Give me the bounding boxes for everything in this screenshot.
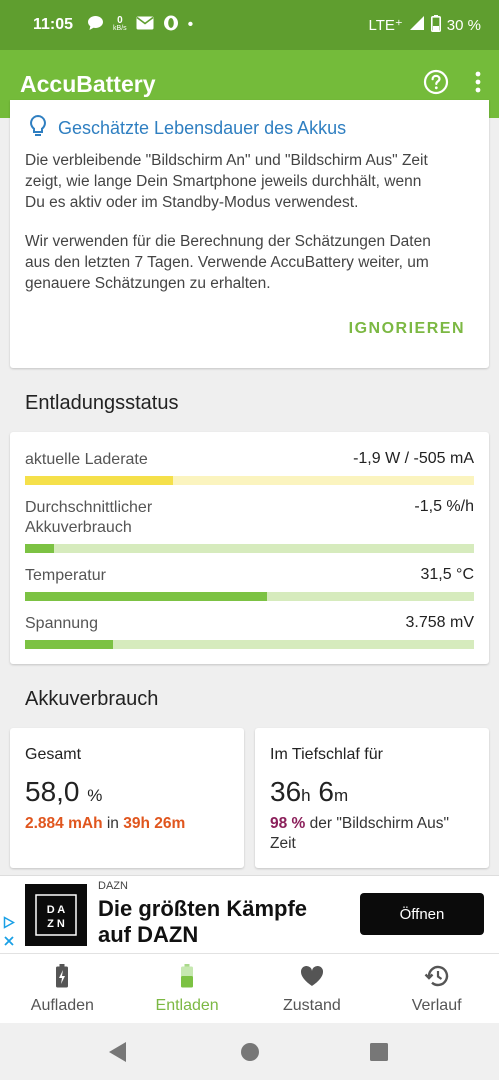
back-icon[interactable]	[108, 1041, 128, 1068]
total-percent: 58,0	[25, 776, 80, 807]
battery-discharging-icon	[180, 964, 194, 993]
deepsleep-details: 98 % der "Bildschirm Aus" Zeit	[270, 814, 479, 854]
total-in: in	[106, 815, 119, 832]
metric-voltage: Spannung 3.758 mV	[25, 614, 474, 649]
deepsleep-desc: der "Bildschirm Aus"	[309, 815, 450, 832]
metric-temperature: Temperatur 31,5 °C	[25, 566, 474, 601]
email-icon	[136, 16, 154, 35]
signal-icon	[409, 15, 425, 35]
ad-headline-line1: Die größten Kämpfe	[98, 896, 308, 921]
net-speed-unit: kB/s	[113, 25, 127, 32]
history-icon	[424, 964, 450, 993]
info-paragraph-2: Wir verwenden für die Berechnung der Sch…	[25, 231, 471, 294]
nav-label: Entladen	[155, 997, 219, 1014]
app-title: AccuBattery	[20, 70, 156, 97]
ad-brand: DAZN	[98, 880, 128, 892]
info-p2-line1: Wir verwenden für die Berechnung der Sch…	[25, 233, 431, 250]
nav-label: Verlauf	[411, 997, 462, 1014]
ad-banner[interactable]: D A Z N DAZN Die größten Kämpfe auf DAZN…	[0, 875, 499, 953]
discharge-section-title: Entladungsstatus	[25, 392, 179, 414]
consumption-section-title: Akkuverbrauch	[25, 688, 159, 710]
bar-fill	[25, 640, 113, 649]
deepsleep-minutes: 6	[318, 776, 334, 807]
battery-charging-icon	[55, 964, 69, 993]
net-speed-value: 0	[117, 15, 123, 26]
bar-fill	[25, 544, 55, 553]
status-dot: •	[187, 16, 194, 33]
battery-icon	[430, 14, 441, 36]
metric-label: Temperatur	[25, 567, 106, 584]
discharge-status-card: aktuelle Laderate -1,9 W / -505 mA Durch…	[10, 432, 489, 664]
info-paragraph-1: Die verbleibende "Bildschirm An" und "Bi…	[25, 150, 471, 213]
metric-value: 31,5 °C	[420, 566, 474, 583]
metric-value: 3.758 mV	[405, 614, 474, 631]
deepsleep-card: Im Tiefschlaf für 36h 6m 98 % der "Bilds…	[255, 728, 489, 868]
total-duration: 39h 26m	[123, 815, 186, 832]
deepsleep-percent: 98 %	[270, 815, 306, 832]
logo-text-top: D A	[47, 904, 66, 916]
battery-life-info-card: Geschätzte Lebensdauer des Akkus Die ver…	[10, 100, 489, 368]
adchoices-icon[interactable]	[3, 916, 16, 952]
info-heading-text: Geschätzte Lebensdauer des Akkus	[58, 118, 347, 138]
charge-rate-bar	[25, 476, 474, 485]
nav-item-aufladen[interactable]: Aufladen	[0, 954, 125, 1023]
opera-icon	[163, 15, 179, 36]
nav-item-verlauf[interactable]: Verlauf	[374, 954, 499, 1023]
total-consumption-card: Gesamt 58,0 % 2.884 mAh in 39h 26m	[10, 728, 244, 868]
network-speed: 0 kB/s	[113, 15, 127, 33]
ad-headline-line2: auf DAZN	[98, 922, 199, 947]
nav-label: Aufladen	[30, 997, 94, 1014]
info-p1-line3: Du es aktiv oder im Standby-Modus verwen…	[25, 194, 359, 211]
info-p2-line3: genauere Schätzungen zu erhalten.	[25, 275, 271, 292]
ad-open-button[interactable]: Öffnen	[360, 893, 484, 935]
battery-percent: 30 %	[446, 16, 481, 34]
total-mah: 2.884 mAh	[25, 815, 103, 832]
info-p2-line2: aus den letzten 7 Tagen. Verwende AccuBa…	[25, 254, 429, 271]
recents-icon[interactable]	[370, 1043, 388, 1066]
info-p1-line2: zeigt, wie lange Dein Smartphone jeweils…	[25, 173, 422, 190]
bar-fill	[25, 476, 174, 485]
info-card-heading: Geschätzte Lebensdauer des Akkus	[28, 114, 346, 143]
system-navigation-bar	[0, 1023, 499, 1080]
ignore-button[interactable]: IGNORIEREN	[349, 320, 465, 338]
metric-avg-consumption: Durchschnittlicher Akkuverbrauch -1,5 %/…	[25, 498, 474, 553]
deepsleep-hours: 36	[270, 776, 302, 807]
bottom-navigation: Aufladen Entladen Zustand Verlauf	[0, 953, 499, 1023]
lightbulb-icon	[28, 114, 48, 143]
ad-headline[interactable]: Die größten Kämpfe auf DAZN	[98, 896, 307, 948]
deepsleep-m-unit: m	[333, 786, 349, 805]
metric-value: -1,5 %/h	[414, 498, 474, 515]
total-value: 58,0 %	[25, 776, 102, 808]
chat-bubble-icon	[87, 15, 104, 36]
voltage-bar	[25, 640, 474, 649]
more-vertical-icon[interactable]	[475, 71, 481, 98]
home-icon[interactable]	[240, 1042, 260, 1067]
deepsleep-desc2: Zeit	[270, 835, 296, 852]
metric-label-line2: Akkuverbrauch	[25, 519, 132, 536]
total-details: 2.884 mAh in 39h 26m	[25, 814, 234, 834]
network-type: LTE⁺	[368, 17, 403, 34]
metric-charge-rate: aktuelle Laderate -1,9 W / -505 mA	[25, 450, 474, 485]
total-label: Gesamt	[25, 746, 82, 763]
help-icon[interactable]	[423, 69, 449, 100]
metric-value: -1,9 W / -505 mA	[353, 450, 474, 467]
nav-item-entladen[interactable]: Entladen	[125, 954, 250, 1023]
total-unit: %	[87, 786, 103, 805]
dazn-logo[interactable]: D A Z N	[25, 884, 87, 946]
metric-label: Durchschnittlicher	[25, 499, 153, 516]
status-bar: 11:05 0 kB/s • LTE⁺ 30 %	[0, 0, 499, 50]
bar-fill	[25, 592, 268, 601]
deepsleep-value: 36h 6m	[270, 776, 348, 808]
nav-label: Zustand	[282, 997, 341, 1014]
heart-icon	[299, 964, 325, 993]
deepsleep-label: Im Tiefschlaf für	[270, 746, 383, 763]
status-time: 11:05	[33, 16, 74, 33]
logo-text-bottom: Z N	[47, 918, 65, 930]
deepsleep-h-unit: h	[301, 786, 311, 805]
nav-item-zustand[interactable]: Zustand	[250, 954, 375, 1023]
avg-consumption-bar	[25, 544, 474, 553]
info-p1-line1: Die verbleibende "Bildschirm An" und "Bi…	[25, 152, 428, 169]
temperature-bar	[25, 592, 474, 601]
